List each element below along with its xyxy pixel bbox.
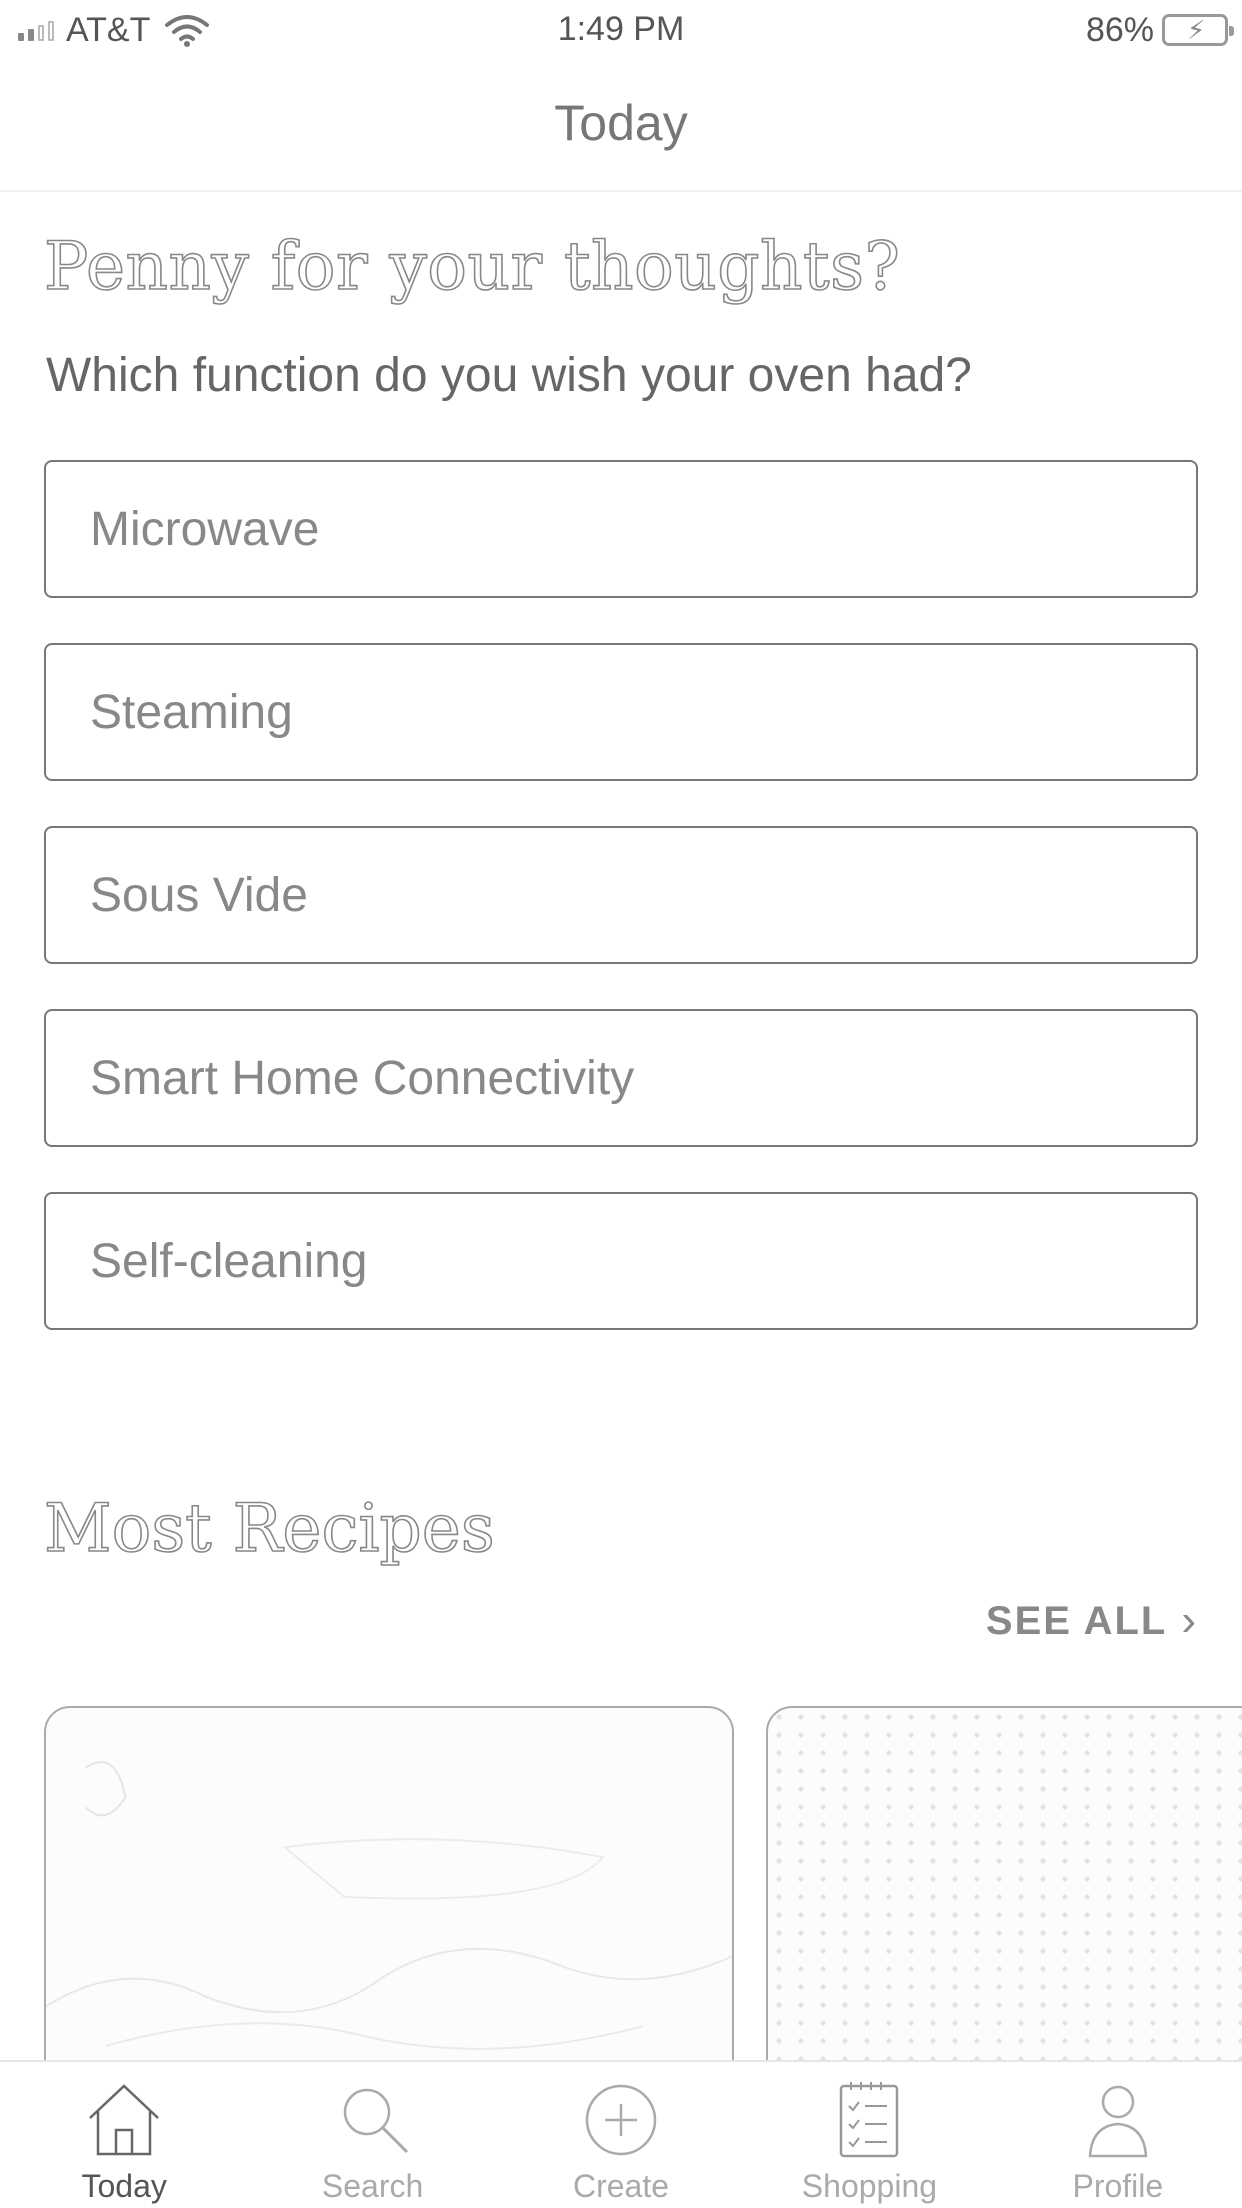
status-right: 86% ⚡ [1085,10,1234,50]
tab-bar: Today Search Create Shopping Profile [0,2060,1242,2208]
recipe-image [768,1708,1242,2060]
battery-percent: 86% [1085,10,1154,49]
person-icon [1088,2085,1148,2158]
tab-label: Search [321,2168,424,2204]
poll-option-self-cleaning[interactable]: Self-cleaning [44,1192,1198,1330]
section-title-recipes: Most Recipes [43,1489,495,1568]
recipe-card[interactable] [766,1706,1242,2060]
tab-today[interactable]: Today [0,2062,248,2208]
page-title: Today [554,95,688,151]
battery-icon: ⚡ [1162,14,1234,46]
home-icon [89,2084,160,2156]
poll-option-sous-vide[interactable]: Sous Vide [44,826,1198,964]
poll-title: Penny for your thoughts? [43,227,901,306]
recipe-image [46,1761,732,2050]
poll-option-microwave[interactable]: Microwave [44,460,1198,598]
tab-shopping[interactable]: Shopping [745,2062,993,2208]
recipe-card[interactable] [44,1706,734,2060]
checklist-icon [840,2082,899,2158]
search-icon [343,2088,408,2154]
poll-question: Which function do you wish your oven had… [46,349,972,402]
tab-create[interactable]: Create [497,2062,745,2208]
plus-circle-icon [585,2084,657,2156]
tab-label: Today [81,2168,167,2204]
tab-profile[interactable]: Profile [994,2062,1242,2208]
nav-bar: Today [0,58,1242,192]
status-bar: AT&T 1:49 PM 86% ⚡ [0,0,1242,58]
tab-label: Create [572,2168,670,2204]
poll-option-steaming[interactable]: Steaming [44,643,1198,781]
recipe-carousel[interactable] [0,1706,1242,2060]
chevron-right-icon: › [1181,1596,1198,1645]
poll-options: Microwave Steaming Sous Vide Smart Home … [44,460,1198,1375]
tab-search[interactable]: Search [248,2062,496,2208]
poll-option-smart-home[interactable]: Smart Home Connectivity [44,1009,1198,1147]
tab-label: Shopping [801,2168,938,2204]
see-all-link[interactable]: SEE ALL › [986,1596,1198,1646]
tab-label: Profile [1072,2168,1164,2204]
status-time: 1:49 PM [557,10,685,48]
see-all-label: SEE ALL [985,1598,1168,1643]
